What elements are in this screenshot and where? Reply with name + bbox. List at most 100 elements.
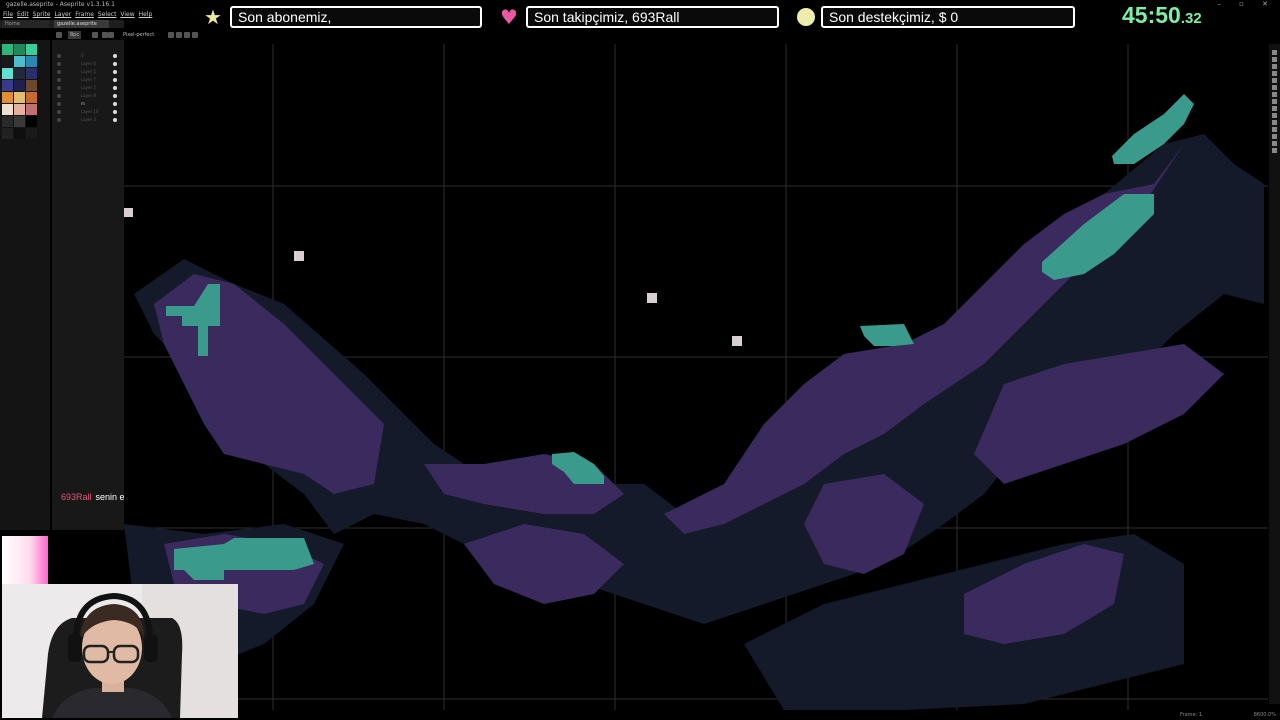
visibility-eye-icon[interactable] (57, 118, 61, 122)
eraser-tool-icon[interactable] (1272, 78, 1277, 83)
visibility-eye-icon[interactable] (57, 86, 61, 90)
symmetry-x-icon[interactable] (176, 32, 182, 38)
visibility-eye-icon[interactable] (57, 70, 61, 74)
gradient-tool-icon[interactable] (1272, 113, 1277, 118)
palette-swatch[interactable] (14, 44, 25, 55)
window-controls[interactable]: – ▫ ✕ (1217, 0, 1276, 8)
pixel-perfect-toggle[interactable]: Pixel-perfect (123, 30, 154, 40)
palette-swatch[interactable] (26, 116, 37, 127)
menu-file[interactable]: File (3, 10, 13, 20)
wand-tool-icon[interactable] (1272, 64, 1277, 69)
palette-swatch[interactable] (2, 104, 13, 115)
color-palette (0, 40, 50, 530)
brush-size-field[interactable]: 8pc (68, 31, 82, 39)
menu-frame[interactable]: Frame (75, 10, 94, 20)
symmetry-y-icon[interactable] (184, 32, 190, 38)
cel-dot-icon[interactable] (113, 102, 117, 106)
layer-row[interactable]: Layer 10 (55, 108, 121, 116)
symmetry-icon[interactable] (168, 32, 174, 38)
move-tool-icon[interactable] (1272, 99, 1277, 104)
line-tool-icon[interactable] (1272, 120, 1277, 125)
cel-dot-icon[interactable] (113, 94, 117, 98)
palette-swatch[interactable] (2, 56, 13, 67)
layer-row[interactable]: Layer 8 (55, 92, 121, 100)
layer-row[interactable]: Layer 5 (55, 68, 121, 76)
palette-swatch[interactable] (2, 80, 13, 91)
palette-swatch[interactable] (14, 128, 25, 139)
cel-dot-icon[interactable] (113, 86, 117, 90)
palette-swatch[interactable] (2, 116, 13, 127)
palette-swatch[interactable] (26, 128, 37, 139)
palette-swatch[interactable] (14, 56, 25, 67)
symmetry-options-icon[interactable] (192, 32, 198, 38)
visibility-eye-icon[interactable] (57, 94, 61, 98)
palette-swatch[interactable] (26, 104, 37, 115)
palette-swatch[interactable] (14, 104, 25, 115)
visibility-eye-icon[interactable] (57, 78, 61, 82)
chat-username: 693Rall (61, 492, 92, 502)
palette-swatch[interactable] (14, 116, 25, 127)
last-follower-box: Son takipçimiz, 693Rall (526, 6, 779, 28)
layer-row[interactable]: Layer 2 (55, 84, 121, 92)
layer-name: m (81, 101, 85, 106)
palette-swatch[interactable] (2, 128, 13, 139)
layer-name: Layer 5 (81, 69, 96, 74)
pencil-tool-icon[interactable] (1272, 71, 1277, 76)
palette-swatch[interactable] (26, 80, 37, 91)
visibility-eye-icon[interactable] (57, 62, 61, 66)
visibility-eye-icon[interactable] (57, 54, 61, 58)
layer-row[interactable]: m (55, 100, 121, 108)
cel-dot-icon[interactable] (113, 70, 117, 74)
frame-label: Frame: (1180, 712, 1198, 718)
layer-row[interactable]: Layer 7 (55, 76, 121, 84)
layer-row[interactable]: Layer 6 (55, 60, 121, 68)
sprite-canvas[interactable] (124, 44, 1268, 710)
layer-row[interactable]: 0 (55, 52, 121, 60)
blur-tool-icon[interactable] (1272, 141, 1277, 146)
palette-swatch[interactable] (2, 92, 13, 103)
lock-icon[interactable] (108, 32, 114, 38)
palette-swatch[interactable] (26, 44, 37, 55)
palette-swatch[interactable] (26, 68, 37, 79)
eyedropper-tool-icon[interactable] (1272, 85, 1277, 90)
menu-edit[interactable]: Edit (17, 10, 29, 20)
tab-file[interactable]: gazelle.aseprite (54, 20, 109, 28)
palette-swatch[interactable] (14, 92, 25, 103)
color-preview[interactable] (2, 536, 48, 584)
layer-name: Layer 7 (81, 77, 96, 82)
menu-select[interactable]: Select (98, 10, 117, 20)
menu-sprite[interactable]: Sprite (33, 10, 51, 20)
palette-swatch[interactable] (14, 80, 25, 91)
palette-swatch[interactable] (2, 68, 13, 79)
rectangle-tool-icon[interactable] (1272, 127, 1277, 132)
cel-dot-icon[interactable] (113, 78, 117, 82)
menu-help[interactable]: Help (139, 10, 153, 20)
fill-tool-icon[interactable] (1272, 106, 1277, 111)
cel-dot-icon[interactable] (113, 118, 117, 122)
contour-tool-icon[interactable] (1272, 134, 1277, 139)
visibility-eye-icon[interactable] (57, 102, 61, 106)
text-tool-icon[interactable] (1272, 148, 1277, 153)
webcam-image (2, 584, 238, 718)
layer-row[interactable]: Layer 3 (55, 116, 121, 124)
brush-type-icon[interactable] (56, 32, 62, 38)
palette-swatch[interactable] (14, 68, 25, 79)
frame-field[interactable]: 1 (1199, 712, 1202, 718)
tool-strip (1269, 44, 1280, 704)
coin-icon (797, 8, 815, 26)
tab-home[interactable]: Home (2, 20, 49, 28)
palette-swatch[interactable] (2, 44, 13, 55)
cel-dot-icon[interactable] (113, 110, 117, 114)
zoom-tool-icon[interactable] (1272, 92, 1277, 97)
cel-dot-icon[interactable] (113, 62, 117, 66)
menu-layer[interactable]: Layer (54, 10, 71, 20)
visibility-eye-icon[interactable] (57, 110, 61, 114)
zoom-field[interactable]: 8600.0% (1254, 710, 1276, 720)
ink-icon[interactable] (92, 32, 98, 38)
palette-swatch[interactable] (26, 56, 37, 67)
lasso-tool-icon[interactable] (1272, 57, 1277, 62)
cel-dot-icon[interactable] (113, 54, 117, 58)
marquee-tool-icon[interactable] (1272, 50, 1277, 55)
menu-view[interactable]: View (120, 10, 134, 20)
palette-swatch[interactable] (26, 92, 37, 103)
